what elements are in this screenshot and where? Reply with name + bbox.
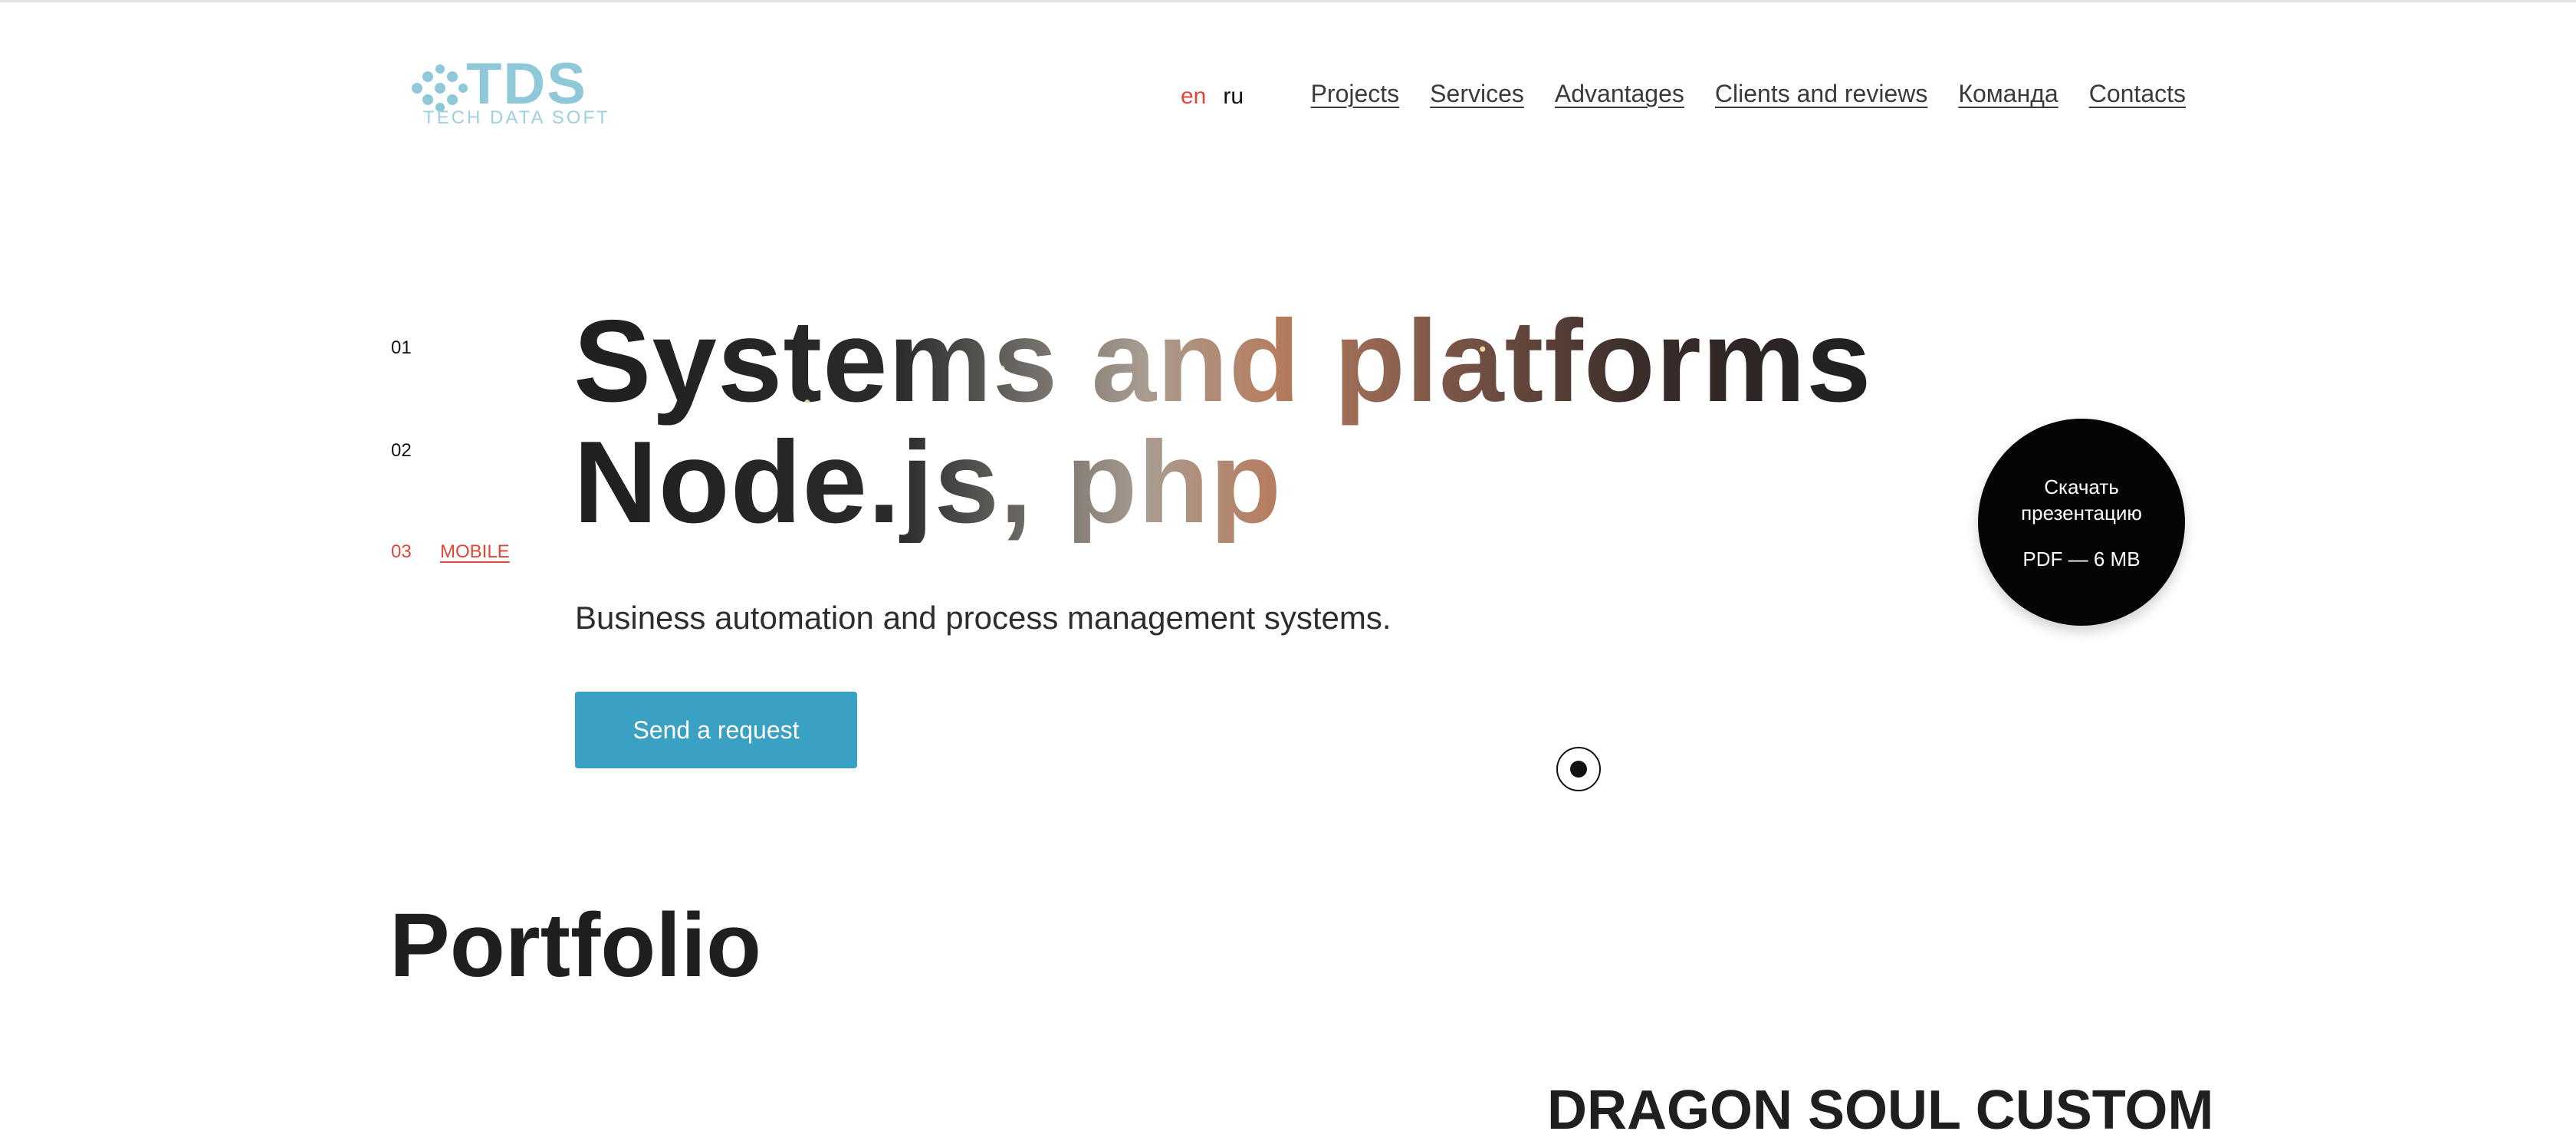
slide-link-01[interactable]: 01	[391, 337, 440, 359]
slide-label: MOBILE	[440, 541, 510, 562]
nav-services[interactable]: Services	[1430, 78, 1524, 109]
slide-number: 01	[391, 337, 412, 358]
project-title[interactable]: DRAGON SOUL CUSTOM	[1547, 1080, 2213, 1141]
nav-team[interactable]: Команда	[1958, 78, 2058, 109]
download-title: Скачать презентацию	[2021, 475, 2142, 524]
scroll-indicator-icon[interactable]	[1556, 747, 1601, 791]
scroll-dot	[1570, 761, 1587, 778]
main-navigation: Projects Services Advantages Clients and…	[1311, 78, 2186, 109]
hero-title-line-1: Systems and platforms	[573, 296, 1872, 426]
language-en[interactable]: en	[1181, 83, 1206, 110]
language-ru[interactable]: ru	[1223, 83, 1244, 110]
slide-number: 02	[391, 440, 412, 461]
slide-link-03[interactable]: 03 MOBILE	[391, 541, 510, 563]
hero-subtitle: Business automation and process manageme…	[575, 600, 1392, 636]
logo[interactable]: TDS TECH DATA SOFT	[411, 55, 608, 129]
logo-tagline: TECH DATA SOFT	[423, 107, 610, 128]
nav-projects[interactable]: Projects	[1311, 78, 1400, 109]
download-file-info: PDF — 6 MB	[2022, 547, 2141, 570]
nav-contacts[interactable]: Contacts	[2089, 78, 2186, 109]
language-switcher: en ru	[1181, 83, 1244, 110]
slide-link-02[interactable]: 02	[391, 440, 440, 462]
nav-clients-and-reviews[interactable]: Clients and reviews	[1715, 78, 1927, 109]
hero-title-line-2: Node.js, php	[573, 417, 1282, 547]
hero-title: Systems and platforms Node.js, php	[573, 301, 1872, 543]
logo-mark-icon	[412, 64, 468, 112]
top-border	[0, 0, 2576, 2]
send-request-button[interactable]: Send a request	[575, 692, 857, 768]
slide-number: 03	[391, 541, 412, 562]
nav-advantages[interactable]: Advantages	[1555, 78, 1684, 109]
logo-text: TDS	[466, 51, 587, 117]
download-presentation-button[interactable]: Скачать презентацию PDF — 6 MB	[1978, 419, 2185, 626]
portfolio-title: Portfolio	[389, 895, 762, 996]
